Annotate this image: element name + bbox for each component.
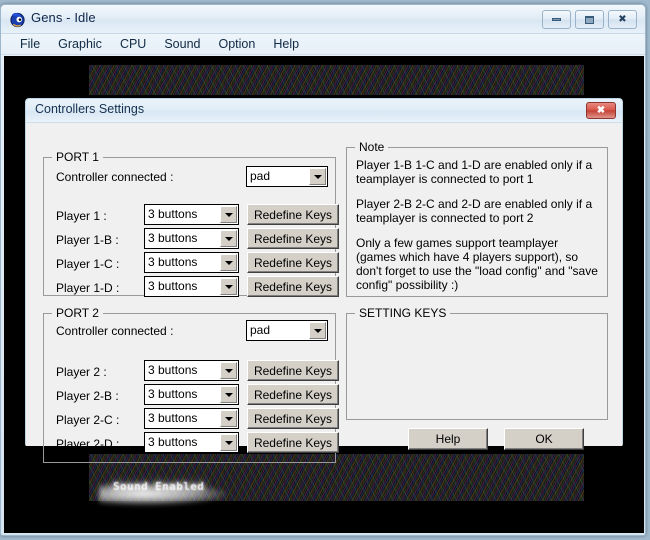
window-close-button[interactable]: ✖ [608, 10, 637, 29]
port1-row2-value: 3 buttons [148, 255, 198, 269]
note-paragraph-2: Player 2-B 2-C and 2-D are enabled only … [356, 197, 593, 225]
sonic-app-icon [10, 12, 25, 28]
help-button[interactable]: Help [408, 428, 488, 450]
port2-controller-label: Controller connected : [56, 324, 174, 338]
chevron-down-icon[interactable] [220, 254, 237, 271]
port1-controller-combo[interactable]: pad [246, 166, 328, 187]
menu-item-option[interactable]: Option [210, 36, 265, 53]
port1-controller-value: pad [250, 169, 271, 183]
port2-row0-value: 3 buttons [148, 363, 198, 377]
port1-row3-value: 3 buttons [148, 279, 198, 293]
chevron-down-icon[interactable] [309, 322, 326, 339]
port1-row3-redefine-button[interactable]: Redefine Keys [247, 276, 339, 297]
port2-group: PORT 2 Controller connected : pad Player… [43, 306, 339, 463]
port1-row1-label: Player 1-B : [56, 233, 119, 247]
port2-row0-combo[interactable]: 3 buttons [144, 360, 239, 381]
close-icon: ✖ [618, 13, 627, 25]
port2-controller-value: pad [250, 323, 271, 337]
note-group-title: Note [355, 140, 389, 154]
port2-row0-redefine-button[interactable]: Redefine Keys [247, 360, 339, 381]
port2-row2-combo[interactable]: 3 buttons [144, 408, 239, 429]
port2-row3-redefine-button[interactable]: Redefine Keys [247, 432, 339, 453]
setting-keys-group-title: SETTING KEYS [355, 306, 451, 320]
menu-bar: File Graphic CPU Sound Option Help [1, 34, 645, 55]
dialog-titlebar: Controllers Settings ✖ [26, 99, 622, 123]
port2-row3-value: 3 buttons [148, 435, 198, 449]
chevron-down-icon[interactable] [220, 434, 237, 451]
port1-row1-combo[interactable]: 3 buttons [144, 228, 239, 249]
window-titlebar: Gens - Idle ✖ [1, 5, 645, 34]
port2-row2-redefine-button[interactable]: Redefine Keys [247, 408, 339, 429]
dialog-body: PORT 1 Controller connected : pad Player… [26, 123, 622, 463]
port2-row2-label: Player 2-C : [56, 413, 120, 427]
port2-row2-value: 3 buttons [148, 411, 198, 425]
ok-button[interactable]: OK [504, 428, 584, 450]
port1-group-title: PORT 1 [52, 150, 103, 164]
setting-keys-group: SETTING KEYS [346, 306, 608, 420]
port1-row2-label: Player 1-C : [56, 257, 120, 271]
port1-group: PORT 1 Controller connected : pad Player… [43, 150, 339, 297]
note-paragraph-3: Only a few games support teamplayer (gam… [356, 236, 598, 292]
port1-row1-redefine-button[interactable]: Redefine Keys [247, 228, 339, 249]
port2-group-title: PORT 2 [52, 306, 103, 320]
port1-row0-value: 3 buttons [148, 207, 198, 221]
port1-row0-combo[interactable]: 3 buttons [144, 204, 239, 225]
chevron-down-icon[interactable] [220, 206, 237, 223]
port1-row0-label: Player 1 : [56, 209, 107, 223]
chevron-down-icon[interactable] [309, 168, 326, 185]
port2-row0-label: Player 2 : [56, 365, 107, 379]
note-group: Note Player 1-B 1-C and 1-D are enabled … [346, 140, 608, 297]
port1-row0-redefine-button[interactable]: Redefine Keys [247, 204, 339, 225]
port2-row1-redefine-button[interactable]: Redefine Keys [247, 384, 339, 405]
window-minimize-button[interactable] [542, 10, 571, 29]
menu-item-cpu[interactable]: CPU [111, 36, 155, 53]
menu-item-help[interactable]: Help [264, 36, 308, 53]
port1-row2-redefine-button[interactable]: Redefine Keys [247, 252, 339, 273]
port2-row3-combo[interactable]: 3 buttons [144, 432, 239, 453]
port2-row1-label: Player 2-B : [56, 389, 119, 403]
controllers-settings-dialog: Controllers Settings ✖ PORT 1 Controller… [25, 98, 623, 463]
chevron-down-icon[interactable] [220, 386, 237, 403]
video-noise-top [89, 65, 584, 95]
port1-row3-label: Player 1-D : [56, 281, 120, 295]
dialog-title: Controllers Settings [35, 102, 145, 116]
restore-icon [576, 11, 603, 28]
chevron-down-icon[interactable] [220, 278, 237, 295]
osd-message: Sound Enabled [113, 480, 205, 493]
window-maximize-button[interactable] [575, 10, 604, 29]
note-text: Player 1-B 1-C and 1-D are enabled only … [356, 158, 599, 292]
dialog-close-button[interactable]: ✖ [586, 102, 616, 119]
port1-controller-label: Controller connected : [56, 170, 174, 184]
port1-row2-combo[interactable]: 3 buttons [144, 252, 239, 273]
gens-main-window: Gens - Idle ✖ File Graphic CPU Sound Opt… [0, 4, 646, 536]
port2-row1-value: 3 buttons [148, 387, 198, 401]
window-title: Gens - Idle [31, 10, 96, 25]
note-paragraph-1: Player 1-B 1-C and 1-D are enabled only … [356, 158, 593, 186]
menu-item-graphic[interactable]: Graphic [49, 36, 111, 53]
port1-row1-value: 3 buttons [148, 231, 198, 245]
port1-row3-combo[interactable]: 3 buttons [144, 276, 239, 297]
menu-item-file[interactable]: File [11, 36, 49, 53]
chevron-down-icon[interactable] [220, 230, 237, 247]
port2-controller-combo[interactable]: pad [246, 320, 328, 341]
port2-row1-combo[interactable]: 3 buttons [144, 384, 239, 405]
port2-row3-label: Player 2-D : [56, 437, 120, 451]
chevron-down-icon[interactable] [220, 410, 237, 427]
menu-item-sound[interactable]: Sound [155, 36, 209, 53]
chevron-down-icon[interactable] [220, 362, 237, 379]
minimize-icon [543, 11, 570, 28]
